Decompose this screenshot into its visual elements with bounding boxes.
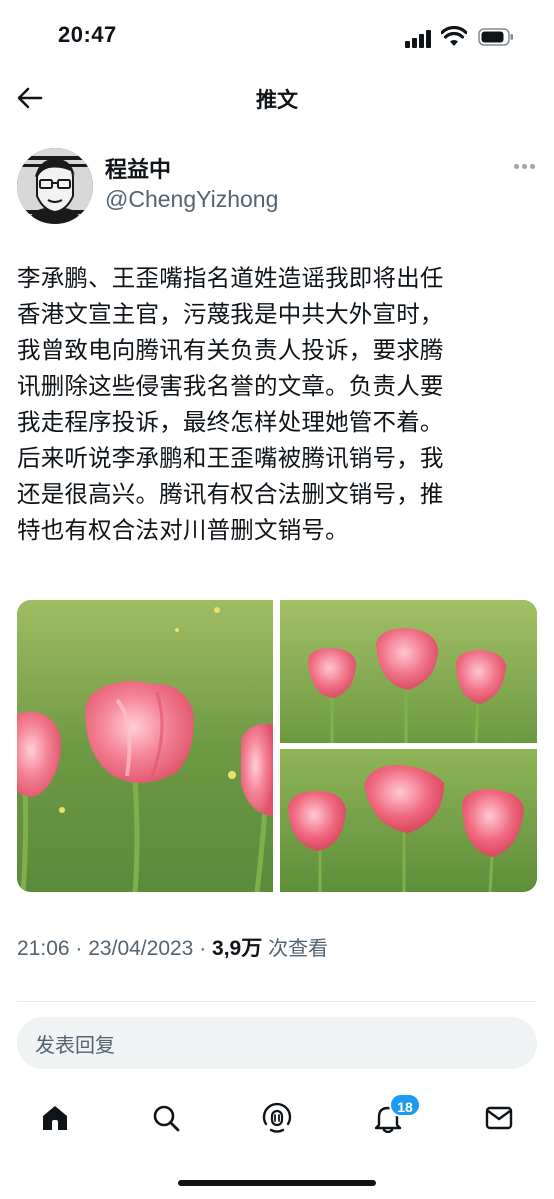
tab-home[interactable] xyxy=(35,1098,75,1138)
views-count[interactable]: 3,9万 xyxy=(212,937,262,960)
notifications-badge: 18 xyxy=(389,1093,421,1117)
tweet-media xyxy=(17,600,537,892)
status-bar: 20:47 xyxy=(0,0,554,72)
media-photo-2[interactable] xyxy=(280,600,537,743)
battery-icon xyxy=(478,28,513,46)
home-icon xyxy=(43,1106,67,1130)
cellular-signal-icon xyxy=(405,30,433,48)
tab-messages[interactable] xyxy=(479,1098,519,1138)
tab-spaces[interactable] xyxy=(257,1098,297,1138)
divider xyxy=(17,1001,537,1002)
wifi-icon xyxy=(441,26,467,46)
tweet-text-line: 我曾致电向腾讯有关负责人投诉，要求腾 xyxy=(17,336,444,364)
tweet-text-line: 李承鹏、王歪嘴指名道姓造谣我即将出任 xyxy=(17,264,444,292)
tweet-text: 李承鹏、王歪嘴指名道姓造谣我即将出任 香港文宣主官，污蔑我是中共大外宣时， 我曾… xyxy=(17,260,542,548)
tweet-date[interactable]: 23/04/2023 xyxy=(88,937,193,960)
tweet-text-line: 香港文宣主官，污蔑我是中共大外宣时， xyxy=(17,300,444,328)
media-photo-1[interactable] xyxy=(17,600,273,892)
tweet-text-line: 后来听说李承鹏和王歪嘴被腾讯销号，我 xyxy=(17,444,444,472)
bottom-tab-bar xyxy=(0,1090,554,1150)
reply-placeholder: 发表回复 xyxy=(35,1033,115,1057)
reply-input[interactable]: 发表回复 xyxy=(17,1017,537,1069)
search-icon xyxy=(153,1105,180,1132)
tweet-text-line: 特也有权合法对川普删文销号。 xyxy=(17,516,349,544)
more-dot-icon xyxy=(513,163,519,169)
avatar[interactable] xyxy=(17,148,93,224)
more-dot-icon xyxy=(521,163,527,169)
avatar-portrait-icon xyxy=(17,148,93,224)
tulip-photo-icon xyxy=(17,600,273,892)
tweet-author: 程益中 @ChengYizhong xyxy=(17,148,537,224)
tweet-text-line: 还是很高兴。腾讯有权合法删文销号，推 xyxy=(17,480,444,508)
tweet-text-line: 我走程序投诉，最终怎样处理她管不着。 xyxy=(17,408,444,436)
meta-separator: · xyxy=(199,937,207,960)
meta-separator: · xyxy=(75,937,83,960)
tweet-meta: 21:06 · 23/04/2023 · 3,9万 次查看 xyxy=(17,932,328,962)
more-options-button[interactable] xyxy=(511,158,537,174)
spaces-icon xyxy=(262,1102,292,1133)
header: 推文 xyxy=(0,72,554,126)
author-name[interactable]: 程益中 xyxy=(105,152,171,184)
tulip-photo-icon xyxy=(280,749,537,892)
messages-icon xyxy=(485,1106,513,1130)
page-title: 推文 xyxy=(256,88,298,112)
status-time: 20:47 xyxy=(58,22,117,47)
tweet-text-line: 讯删除这些侵害我名誉的文章。负责人要 xyxy=(17,372,444,400)
views-label: 次查看 xyxy=(268,936,329,960)
author-handle[interactable]: @ChengYizhong xyxy=(105,186,278,213)
tweet-time[interactable]: 21:06 xyxy=(17,937,70,960)
media-photo-3[interactable] xyxy=(280,749,537,892)
tab-search[interactable] xyxy=(146,1098,186,1138)
tulip-photo-icon xyxy=(280,600,537,743)
home-indicator[interactable] xyxy=(178,1180,376,1186)
more-dot-icon xyxy=(529,163,535,169)
